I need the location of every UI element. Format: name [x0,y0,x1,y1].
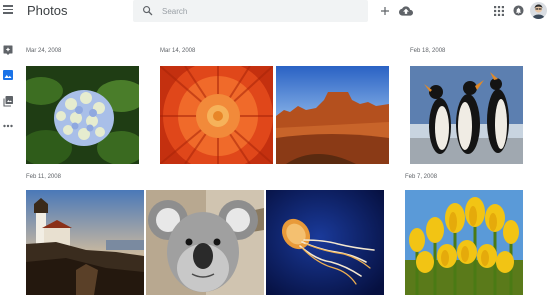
account-avatar[interactable] [530,2,547,19]
upload-icon[interactable] [399,4,413,18]
more-icon[interactable] [3,124,13,128]
photo-lighthouse[interactable] [26,190,144,295]
photo-jellyfish[interactable] [266,190,384,295]
date-label: Mar 24, 2008 [26,48,62,54]
menu-icon[interactable] [3,5,13,14]
search-input[interactable] [162,3,352,19]
photos-icon[interactable] [3,70,13,80]
photo-desert[interactable] [276,66,389,164]
search-icon [143,6,153,16]
apps-icon[interactable] [494,6,504,16]
photo-chrysanthemum[interactable] [160,66,273,164]
date-label: Feb 11, 2008 [26,174,61,180]
app-title: Photos [27,3,68,18]
notifications-icon[interactable] [513,5,524,16]
photo-koala[interactable] [146,190,264,295]
photo-penguins[interactable] [410,66,523,164]
albums-icon[interactable] [3,96,13,107]
search-bar[interactable] [133,0,368,22]
assistant-icon[interactable] [3,45,13,56]
date-label: Feb 7, 2008 [405,174,438,180]
add-icon[interactable] [379,5,391,17]
top-bar: Photos [0,0,550,22]
date-label: Feb 18, 2008 [410,48,446,54]
photo-hydrangea[interactable] [26,66,139,164]
photo-tulips[interactable] [405,190,523,295]
date-label: Mar 14, 2008 [160,48,196,54]
